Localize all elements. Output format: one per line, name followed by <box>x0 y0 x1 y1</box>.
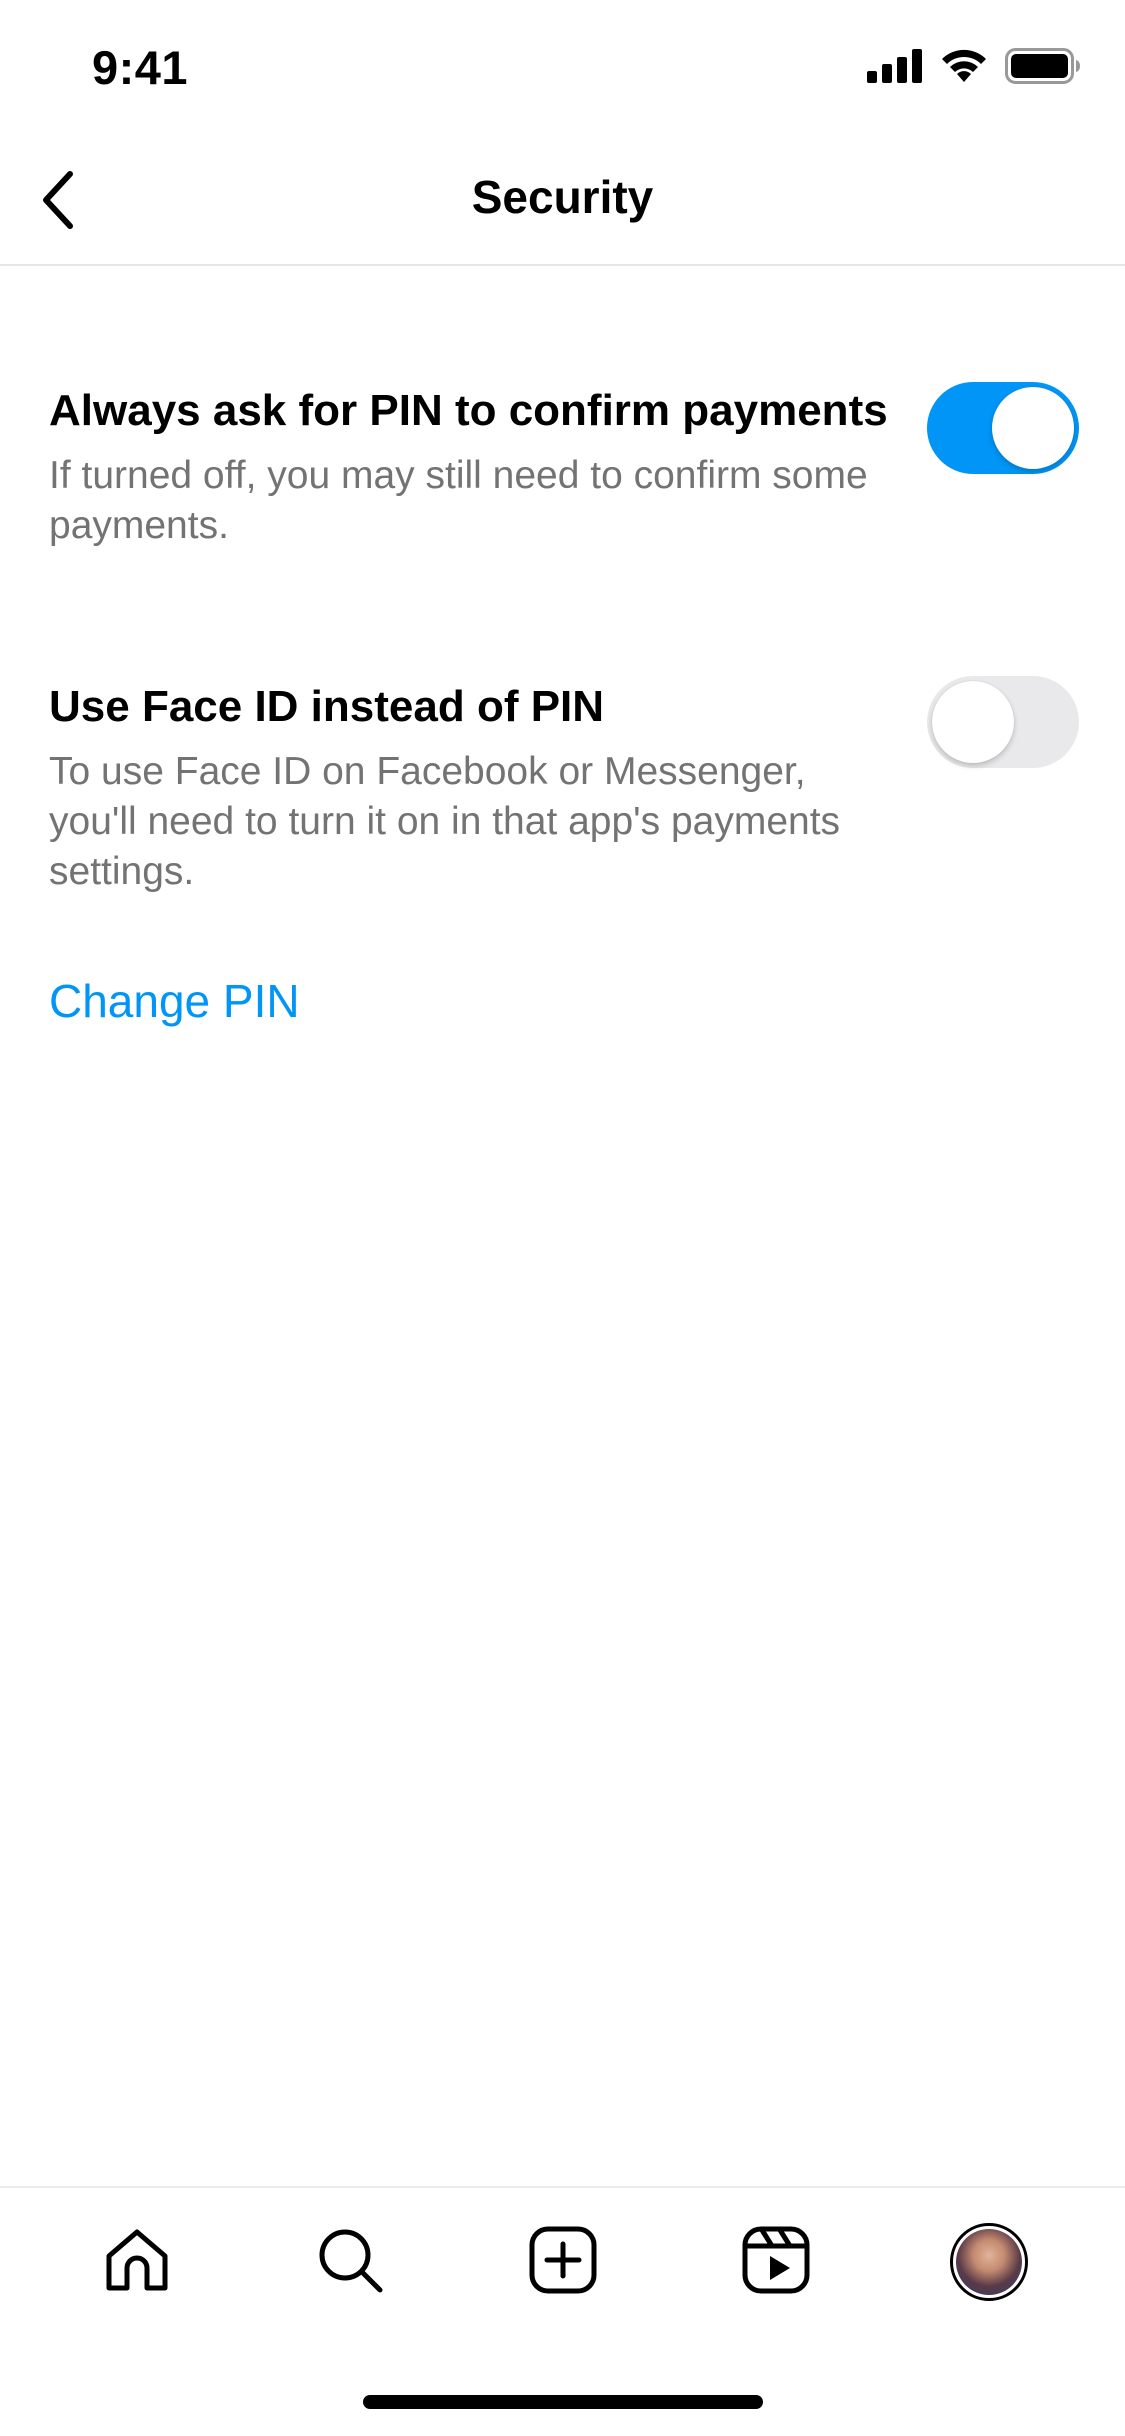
header: Security <box>0 140 1125 266</box>
setting-title: Use Face ID instead of PIN <box>49 682 605 731</box>
change-pin-link[interactable]: Change PIN <box>49 974 300 1028</box>
status-bar: 9:41 <box>0 0 1125 140</box>
tab-reels[interactable] <box>726 2212 826 2312</box>
home-indicator[interactable] <box>363 2395 763 2409</box>
toggle-knob <box>932 681 1014 763</box>
setting-face-id: Use Face ID instead of PIN To use Face I… <box>49 676 1079 897</box>
always-ask-pin-toggle[interactable] <box>927 382 1079 474</box>
create-icon <box>527 2224 599 2301</box>
reels-icon <box>740 2224 812 2301</box>
signal-icon <box>867 49 923 88</box>
wifi-icon <box>939 48 989 89</box>
setting-always-ask-pin: Always ask for PIN to confirm payments I… <box>49 382 1079 551</box>
setting-title: Always ask for PIN to confirm payments <box>49 386 888 435</box>
battery-icon <box>1005 48 1081 89</box>
tab-home[interactable] <box>87 2212 187 2312</box>
search-icon <box>314 2224 386 2301</box>
toggle-knob <box>992 387 1074 469</box>
tab-create[interactable] <box>513 2212 613 2312</box>
status-icons <box>867 48 1081 89</box>
setting-description: If turned off, you may still need to con… <box>49 454 868 547</box>
status-time: 9:41 <box>92 41 189 94</box>
page-title: Security <box>471 171 654 223</box>
tab-profile[interactable] <box>939 2212 1039 2312</box>
tab-bar <box>0 2186 1125 2336</box>
setting-description: To use Face ID on Facebook or Messenger,… <box>49 750 841 893</box>
profile-photo <box>955 2229 1022 2295</box>
tab-search[interactable] <box>300 2212 400 2312</box>
home-icon <box>101 2224 173 2301</box>
face-id-toggle[interactable] <box>927 676 1079 768</box>
avatar <box>949 2223 1028 2301</box>
